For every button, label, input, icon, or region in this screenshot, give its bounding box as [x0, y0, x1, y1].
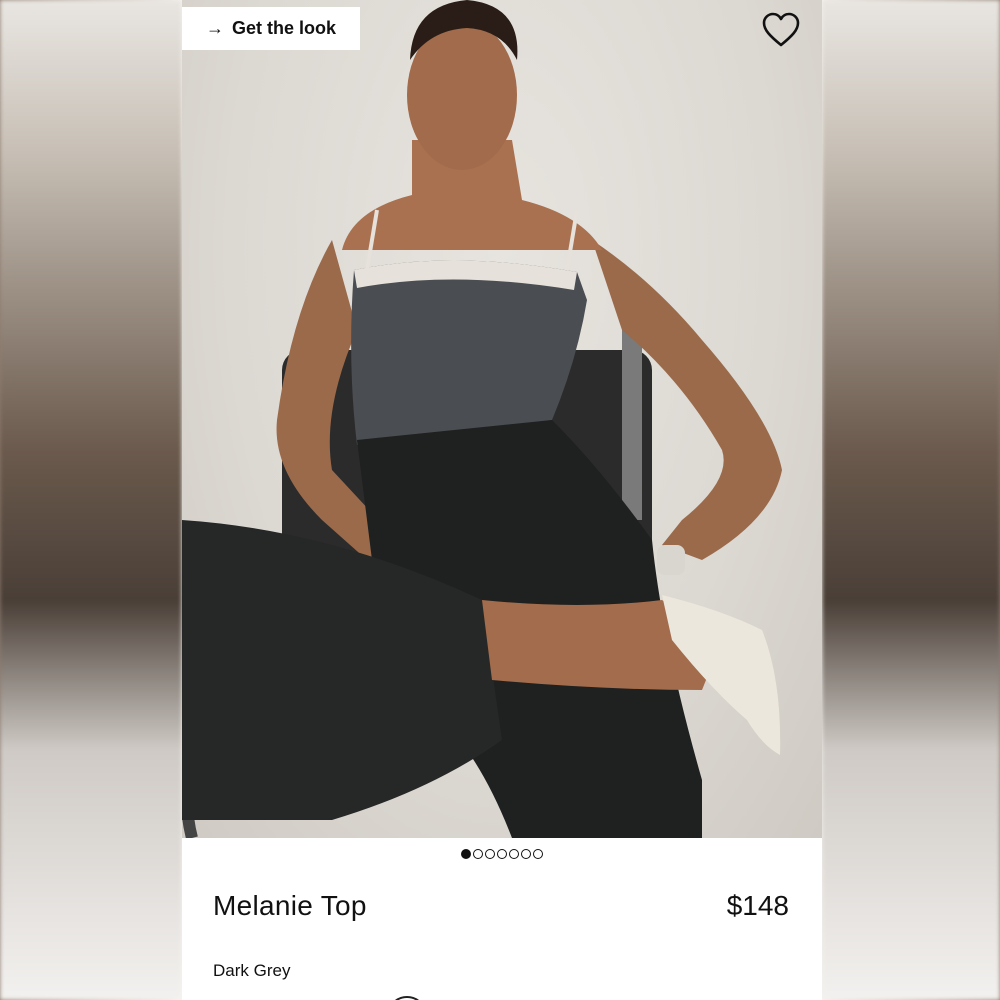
bracelet	[657, 545, 685, 575]
heart-icon[interactable]	[762, 12, 800, 48]
product-image[interactable]: → Get the look	[182, 0, 822, 838]
chair-frame	[622, 320, 642, 520]
color-swatch[interactable]	[387, 996, 427, 1000]
grey-top	[351, 260, 587, 445]
product-title: Melanie Top	[213, 890, 367, 921]
background-blur-left	[0, 0, 182, 1000]
carousel-dot[interactable]	[473, 849, 483, 859]
product-page: → Get the look Melanie Top $148 Dark Gre…	[182, 0, 822, 1000]
carousel-dot[interactable]	[461, 849, 471, 859]
get-the-look-label: Get the look	[231, 18, 336, 38]
carousel-dot[interactable]	[533, 849, 543, 859]
carousel-dot[interactable]	[521, 849, 531, 859]
carousel-pagination	[182, 849, 822, 859]
arrow-right-icon: →	[205, 18, 224, 38]
get-the-look-button[interactable]: → Get the look	[182, 7, 360, 50]
carousel-dot[interactable]	[497, 849, 507, 859]
model-photo-illustration	[182, 0, 782, 838]
background-blur-right	[822, 0, 1000, 1000]
carousel-dot[interactable]	[485, 849, 495, 859]
carousel-dot[interactable]	[509, 849, 519, 859]
product-price: $148	[726, 890, 789, 921]
product-color-label: Dark Grey	[213, 961, 291, 980]
